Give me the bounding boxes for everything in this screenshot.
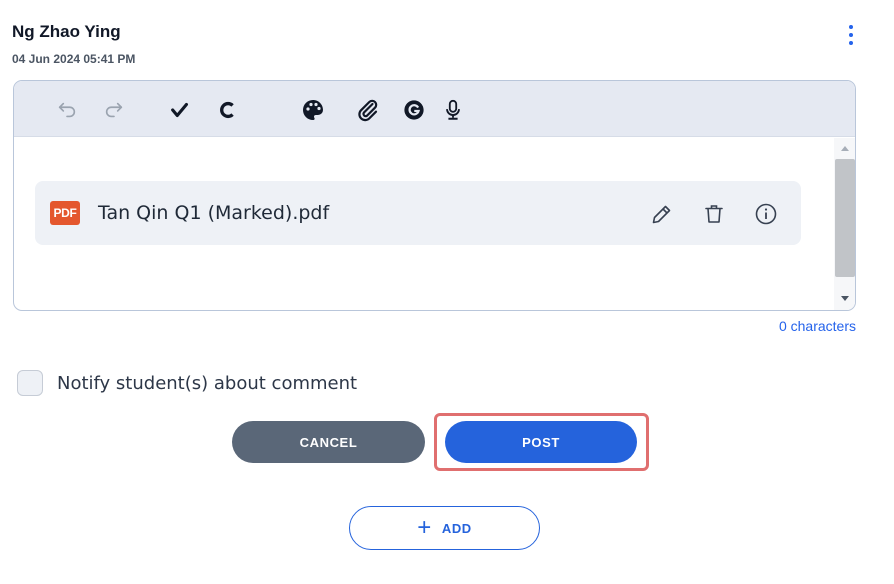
notify-label: Notify student(s) about comment bbox=[57, 372, 358, 394]
paperclip-icon[interactable] bbox=[353, 95, 383, 125]
post-button[interactable]: POST bbox=[445, 421, 637, 463]
c-icon[interactable] bbox=[213, 95, 243, 125]
add-button[interactable]: + ADD bbox=[349, 506, 540, 550]
attachment-file-name[interactable]: Tan Qin Q1 (Marked).pdf bbox=[98, 201, 329, 225]
add-button-label: ADD bbox=[441, 520, 472, 536]
comment-timestamp: 04 Jun 2024 05:41 PM bbox=[12, 52, 136, 66]
scroll-thumb[interactable] bbox=[835, 159, 855, 277]
redo-icon[interactable] bbox=[99, 95, 129, 125]
more-options-icon[interactable] bbox=[842, 22, 860, 48]
trash-icon[interactable] bbox=[699, 199, 729, 229]
comment-editor: PDF Tan Qin Q1 (Marked).pdf bbox=[13, 80, 856, 311]
cancel-button[interactable]: CANCEL bbox=[232, 421, 425, 463]
palette-icon[interactable] bbox=[298, 95, 328, 125]
undo-icon[interactable] bbox=[52, 95, 82, 125]
attachment-card[interactable]: PDF Tan Qin Q1 (Marked).pdf bbox=[35, 181, 801, 245]
pencil-icon[interactable] bbox=[647, 199, 677, 229]
info-icon[interactable] bbox=[751, 199, 781, 229]
editor-toolbar bbox=[14, 81, 855, 137]
scroll-up-icon[interactable] bbox=[841, 146, 849, 151]
pdf-badge: PDF bbox=[50, 201, 80, 225]
editor-scrollbar[interactable] bbox=[834, 138, 855, 310]
checkmark-icon[interactable] bbox=[165, 95, 195, 125]
notify-checkbox[interactable] bbox=[17, 370, 43, 396]
notify-option[interactable]: Notify student(s) about comment bbox=[17, 370, 357, 396]
comment-author: Ng Zhao Ying bbox=[12, 22, 121, 41]
character-count: 0 characters bbox=[778, 318, 856, 334]
scroll-down-icon[interactable] bbox=[841, 296, 849, 301]
plus-icon: + bbox=[417, 514, 432, 541]
grammarly-icon[interactable] bbox=[399, 95, 429, 125]
editor-content[interactable]: PDF Tan Qin Q1 (Marked).pdf bbox=[14, 138, 834, 310]
microphone-icon[interactable] bbox=[438, 95, 468, 125]
